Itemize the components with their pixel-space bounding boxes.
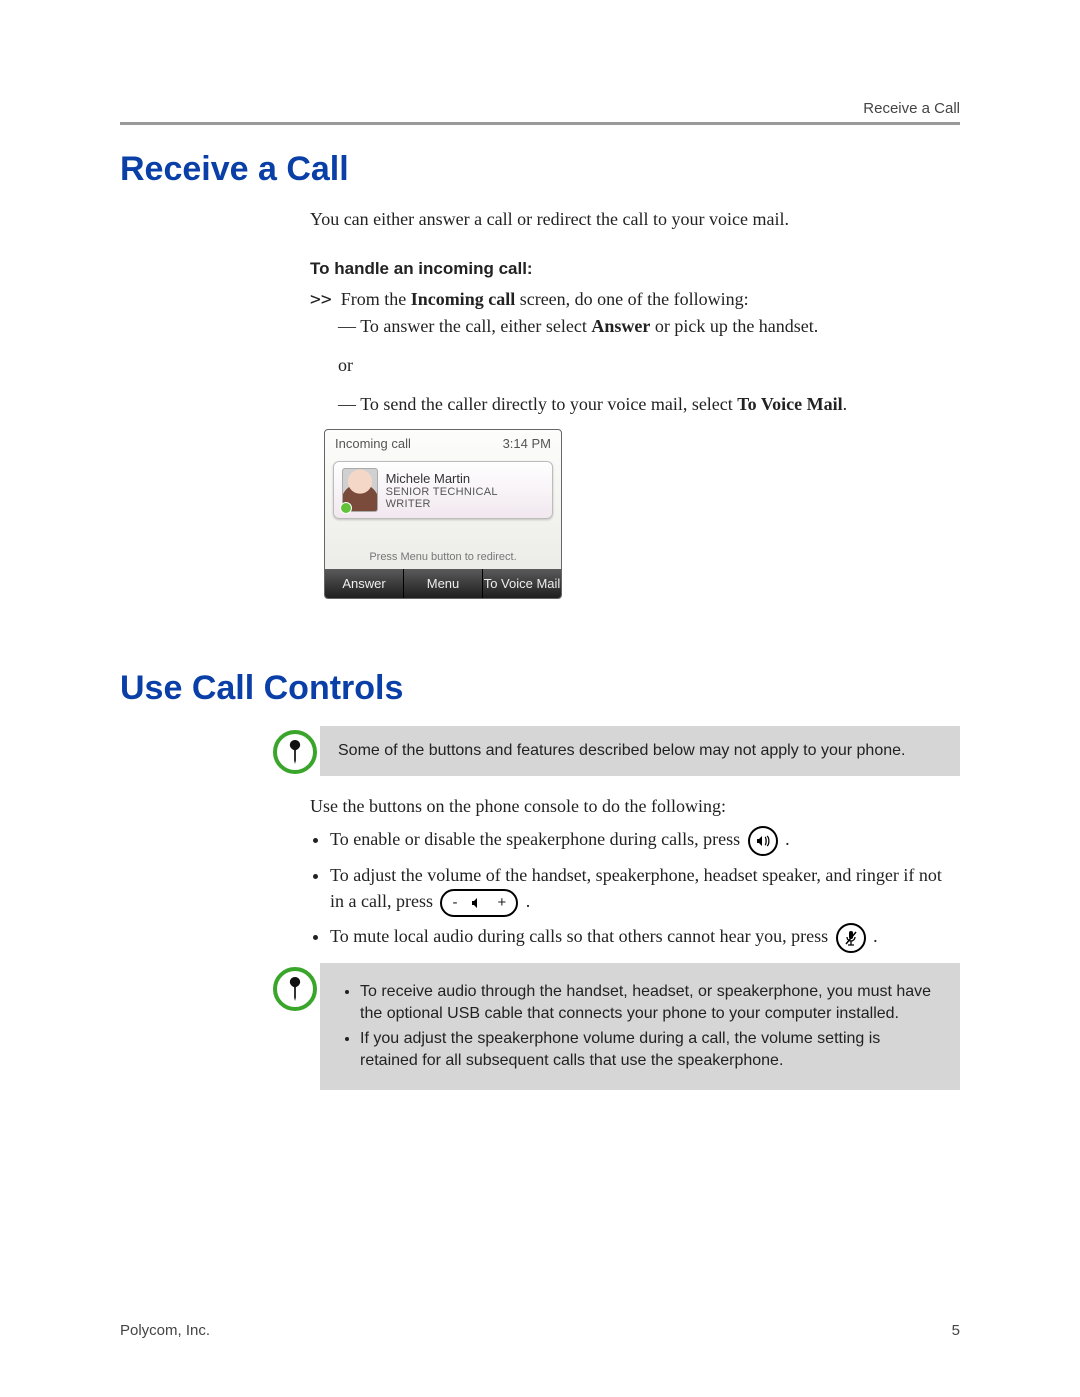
opt1-post: or pick up the handset. <box>650 316 818 336</box>
running-header: Receive a Call <box>863 100 960 117</box>
page-footer: Polycom, Inc. 5 <box>120 1322 960 1339</box>
note-2-box: To receive audio through the handset, he… <box>320 963 960 1089</box>
opt2-bold: To Voice Mail <box>737 394 842 414</box>
phone-time: 3:14 PM <box>503 436 551 451</box>
caller-card: Michele Martin SENIOR TECHNICAL WRITER <box>333 461 553 519</box>
opt1-pre: To answer the call, either select <box>360 316 591 336</box>
b3-pre: To mute local audio during calls so that… <box>330 926 833 946</box>
bullet-mute: To mute local audio during calls so that… <box>330 923 960 953</box>
phone-titlebar: Incoming call 3:14 PM <box>325 430 561 455</box>
b1-pre: To enable or disable the speakerphone du… <box>330 829 745 849</box>
dash-icon: — <box>338 316 356 337</box>
opt2-pre: To send the caller directly to your voic… <box>360 394 737 414</box>
softkey-to-voice-mail[interactable]: To Voice Mail <box>483 569 561 598</box>
b2-post: . <box>526 891 531 911</box>
caller-title: SENIOR TECHNICAL WRITER <box>386 486 544 510</box>
note-2-item-usb: To receive audio through the handset, he… <box>360 981 942 1024</box>
step-line: >> From the Incoming call screen, do one… <box>310 289 960 310</box>
caller-avatar <box>342 468 378 512</box>
step-bold: Incoming call <box>411 289 516 309</box>
note-1: Some of the buttons and features describ… <box>270 726 960 776</box>
bullet-volume: To adjust the volume of the handset, spe… <box>330 862 960 917</box>
subhead-handle-call: To handle an incoming call: <box>310 259 960 279</box>
presence-dot-icon <box>340 502 352 514</box>
option-voicemail: — To send the caller directly to your vo… <box>338 394 960 415</box>
heading-receive-a-call: Receive a Call <box>120 150 960 189</box>
redirect-hint: Press Menu button to redirect. <box>325 525 561 569</box>
footer-page-number: 5 <box>952 1322 960 1339</box>
step-arrows: >> <box>310 289 332 310</box>
intro-text: You can either answer a call or redirect… <box>310 207 960 231</box>
b1-post: . <box>785 829 790 849</box>
tip-pin-icon <box>270 963 320 1011</box>
volume-minus: - <box>452 892 457 914</box>
opt2-post: . <box>843 394 848 414</box>
caller-info: Michele Martin SENIOR TECHNICAL WRITER <box>386 471 544 510</box>
option-answer: — To answer the call, either select Answ… <box>338 316 960 337</box>
volume-speaker-glyph-icon <box>471 897 483 909</box>
note-2: To receive audio through the handset, he… <box>270 963 960 1089</box>
footer-company: Polycom, Inc. <box>120 1322 210 1339</box>
page: Receive a Call Receive a Call You can ei… <box>0 0 1080 1397</box>
section1-body: You can either answer a call or redirect… <box>310 207 960 599</box>
dash-icon: — <box>338 394 356 415</box>
section2-body: Use the buttons on the phone console to … <box>310 794 960 953</box>
b3-post: . <box>873 926 878 946</box>
controls-intro: Use the buttons on the phone console to … <box>310 794 960 818</box>
caller-name: Michele Martin <box>386 471 544 486</box>
softkey-bar: Answer Menu To Voice Mail <box>325 569 561 598</box>
volume-rocker-icon: - + <box>440 889 518 917</box>
phone-title: Incoming call <box>335 436 411 451</box>
phone-screenshot: Incoming call 3:14 PM Michele Martin SEN… <box>324 429 562 599</box>
b2-pre: To adjust the volume of the handset, spe… <box>330 865 942 911</box>
bullet-speakerphone: To enable or disable the speakerphone du… <box>330 826 960 856</box>
tip-pin-icon <box>270 726 320 774</box>
note-1-text: Some of the buttons and features describ… <box>320 726 960 776</box>
heading-use-call-controls: Use Call Controls <box>120 669 960 708</box>
opt1-bold: Answer <box>591 316 650 336</box>
mute-button-icon <box>836 923 866 953</box>
softkey-menu[interactable]: Menu <box>404 569 483 598</box>
note-2-item-volume: If you adjust the speakerphone volume du… <box>360 1028 942 1071</box>
speakerphone-button-icon <box>748 826 778 856</box>
step-post: screen, do one of the following: <box>515 289 748 309</box>
step-pre: From the <box>341 289 411 309</box>
option-or: or <box>338 355 960 376</box>
softkey-answer[interactable]: Answer <box>325 569 404 598</box>
volume-plus: + <box>497 892 506 914</box>
header-rule <box>120 122 960 125</box>
